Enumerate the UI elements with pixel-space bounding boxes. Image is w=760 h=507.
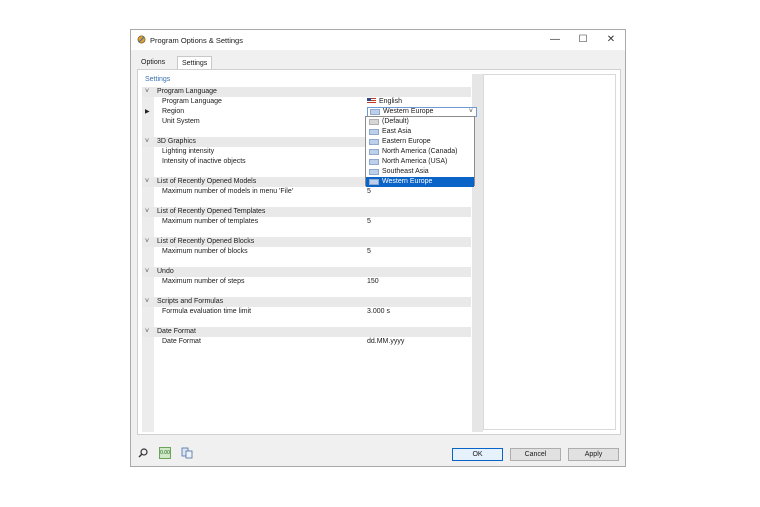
max-templates-value[interactable]: 5 [367, 217, 371, 227]
region-icon [369, 179, 379, 185]
apply-button[interactable]: Apply [568, 448, 619, 461]
section-undo[interactable]: ˅ Undo [142, 267, 471, 277]
row-max-templates[interactable]: Maximum number of templates 5 [142, 217, 471, 227]
row-max-steps[interactable]: Maximum number of steps 150 [142, 277, 471, 287]
region-option-north-america-canada[interactable]: North America (Canada) [366, 147, 474, 157]
program-language-value[interactable]: English [367, 97, 402, 107]
region-icon [369, 129, 379, 135]
region-icon [369, 149, 379, 155]
app-icon [137, 35, 146, 44]
region-icon [369, 139, 379, 145]
row-program-language[interactable]: Program Language English [142, 97, 471, 107]
tab-settings[interactable]: Settings [177, 56, 213, 70]
minimize-button[interactable]: — [541, 30, 569, 50]
row-formula-time-limit[interactable]: Formula evaluation time limit 3.000 s [142, 307, 471, 317]
region-option-southeast-asia[interactable]: Southeast Asia [366, 167, 474, 177]
region-option-eastern-europe[interactable]: Eastern Europe [366, 137, 474, 147]
us-flag-icon [367, 98, 376, 104]
chevron-down-icon[interactable]: ˅ [469, 108, 473, 116]
chevron-down-icon: ˅ [145, 268, 150, 275]
current-row-arrow-icon: ▶ [145, 109, 150, 115]
chevron-down-icon: ˅ [145, 88, 150, 95]
maximize-button[interactable]: ☐ [569, 30, 597, 50]
row-max-models[interactable]: Maximum number of models in menu 'File' … [142, 187, 471, 197]
cancel-button[interactable]: Cancel [510, 448, 561, 461]
window-title: Program Options & Settings [150, 36, 243, 45]
region-option-north-america-usa[interactable]: North America (USA) [366, 157, 474, 167]
region-option-east-asia[interactable]: East Asia [366, 127, 474, 137]
region-option-default[interactable]: (Default) [366, 117, 474, 127]
search-icon[interactable] [137, 447, 149, 459]
section-scripts-formulas[interactable]: ˅ Scripts and Formulas [142, 297, 471, 307]
section-recent-templates[interactable]: ˅ List of Recently Opened Templates [142, 207, 471, 217]
row-date-format[interactable]: Date Format dd.MM.yyyy [142, 337, 471, 347]
chevron-down-icon: ˅ [145, 138, 150, 145]
export-icon[interactable] [181, 447, 193, 459]
max-steps-value[interactable]: 150 [367, 277, 379, 287]
decimal-format-icon[interactable]: 0.00 [159, 447, 171, 459]
region-dropdown-list: (Default) East Asia Eastern Europe North… [365, 116, 475, 187]
region-icon [369, 169, 379, 175]
ok-button[interactable]: OK [452, 448, 503, 461]
date-format-value[interactable]: dd.MM.yyyy [367, 337, 404, 347]
chevron-down-icon: ˅ [145, 208, 150, 215]
close-button[interactable]: ✕ [597, 30, 625, 50]
max-blocks-value[interactable]: 5 [367, 247, 371, 257]
section-program-language[interactable]: ˅ Program Language [142, 87, 471, 97]
row-max-blocks[interactable]: Maximum number of blocks 5 [142, 247, 471, 257]
description-panel [483, 74, 616, 430]
region-option-western-europe[interactable]: Western Europe [366, 177, 474, 187]
chevron-down-icon: ˅ [145, 328, 150, 335]
section-date-format[interactable]: ˅ Date Format [142, 327, 471, 337]
tab-options[interactable]: Options [137, 56, 169, 69]
region-icon [369, 159, 379, 165]
max-models-value[interactable]: 5 [367, 187, 371, 197]
formula-time-limit-value[interactable]: 3.000 s [367, 307, 390, 317]
section-recent-blocks[interactable]: ˅ List of Recently Opened Blocks [142, 237, 471, 247]
settings-heading: Settings [145, 76, 171, 83]
region-icon [370, 109, 380, 115]
region-icon [369, 119, 379, 125]
program-options-dialog: Program Options & Settings — ☐ ✕ Options… [130, 29, 626, 467]
chevron-down-icon: ˅ [145, 238, 150, 245]
chevron-down-icon: ˅ [145, 298, 150, 305]
chevron-down-icon: ˅ [145, 178, 150, 185]
title-bar: Program Options & Settings — ☐ ✕ [131, 30, 625, 50]
